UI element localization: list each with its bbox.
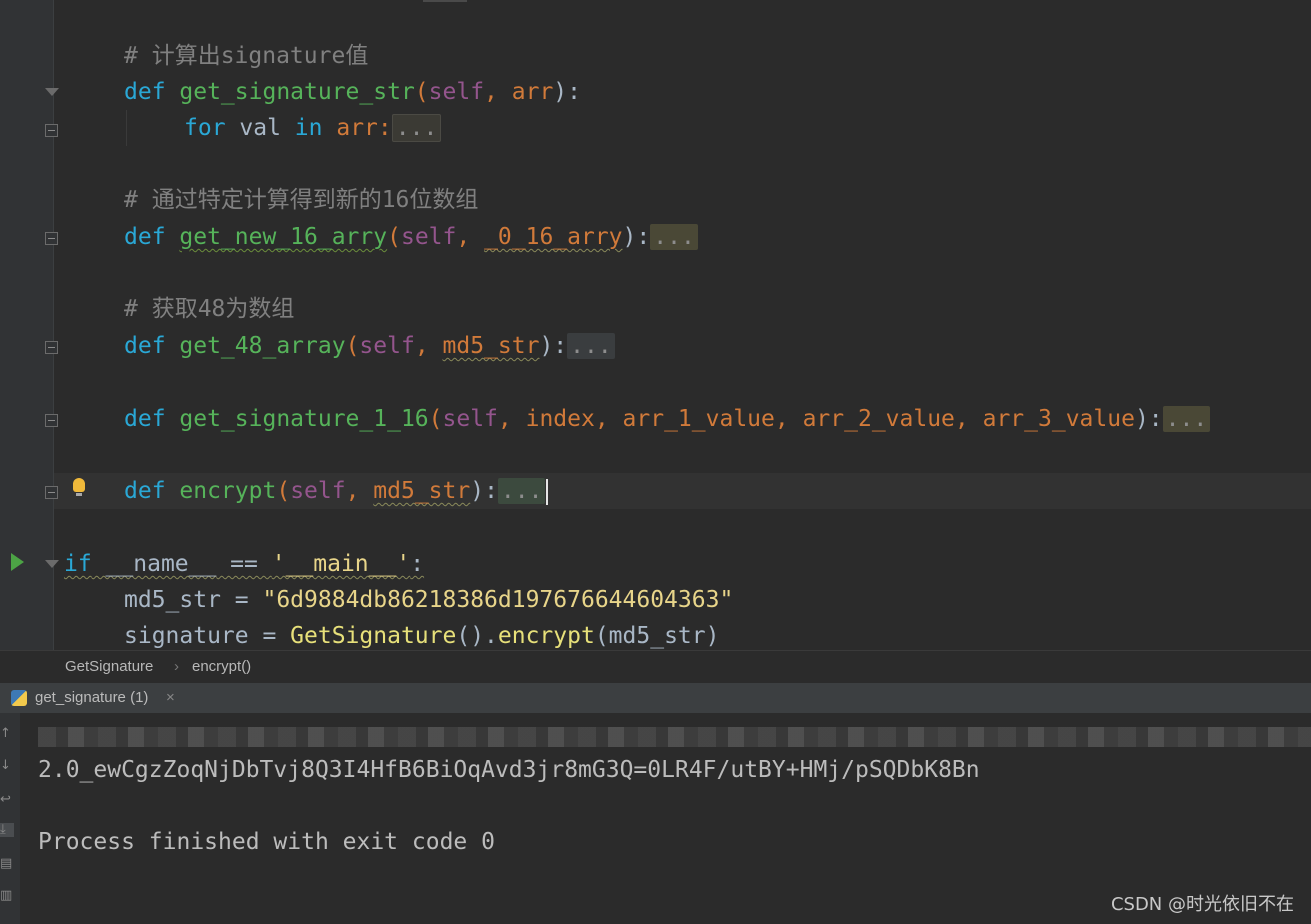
- run-console[interactable]: ↑ ↓ ↩ ⤓ ▤ ▥ 2.0_ewCgzZoqNjDbTvj8Q3I4HfB6…: [0, 713, 1311, 924]
- redacted-output-line: [38, 727, 1311, 747]
- code-line[interactable]: # 获取48为数组: [0, 291, 1311, 327]
- code-line[interactable]: for val in arr:...: [0, 110, 1311, 146]
- editor-tab-indicator: [423, 0, 467, 2]
- code-content: for val in arr:...: [184, 110, 442, 146]
- comment: # 通过特定计算得到新的16位数组: [124, 187, 479, 213]
- arrow-down-icon[interactable]: ↓: [0, 759, 14, 773]
- print-icon[interactable]: ▤: [0, 857, 14, 871]
- code-content: def encrypt(self, md5_str):...: [124, 473, 549, 509]
- code-line[interactable]: def get_48_array(self, md5_str):...: [0, 328, 1311, 364]
- python-icon: [11, 690, 27, 706]
- comment: # 获取48为数组: [124, 296, 295, 322]
- code-content: md5_str = "6d9884db86218386d197676644604…: [124, 587, 734, 613]
- code-line[interactable]: def get_new_16_arry(self, _0_16_arry):..…: [0, 219, 1311, 255]
- code-content: def get_48_array(self, md5_str):...: [124, 328, 615, 364]
- code-line[interactable]: # 计算出signature值: [0, 38, 1311, 74]
- close-icon[interactable]: ×: [166, 683, 175, 713]
- code-line[interactable]: signature = GetSignature().encrypt(md5_s…: [0, 618, 1311, 650]
- code-content: def get_signature_str(self, arr):: [124, 79, 581, 105]
- console-exit-line: Process finished with exit code 0: [38, 829, 495, 855]
- code-line[interactable]: # 通过特定计算得到新的16位数组: [0, 182, 1311, 218]
- run-tool-window-tabs: get_signature (1) ×: [0, 683, 1311, 713]
- console-output-line: 2.0_ewCgzZoqNjDbTvj8Q3I4HfB6BiOqAvd3jr8m…: [38, 757, 980, 783]
- code-line[interactable]: def encrypt(self, md5_str):...: [0, 473, 1311, 509]
- console-toolbar: ↑ ↓ ↩ ⤓ ▤ ▥: [0, 713, 20, 924]
- scroll-to-end-icon[interactable]: ⤓: [0, 823, 14, 837]
- code-line[interactable]: if __name__ == '__main__':: [0, 546, 1311, 582]
- code-line[interactable]: def get_signature_1_16(self, index, arr_…: [0, 401, 1311, 437]
- code-content: signature = GetSignature().encrypt(md5_s…: [124, 623, 720, 649]
- arrow-up-icon[interactable]: ↑: [0, 727, 14, 741]
- code-line[interactable]: md5_str = "6d9884db86218386d197676644604…: [0, 582, 1311, 618]
- breadcrumb: GetSignature › encrypt(): [0, 650, 1311, 683]
- watermark: CSDN @时光依旧不在: [1110, 894, 1294, 915]
- folded-block[interactable]: ...: [650, 224, 698, 250]
- code-line[interactable]: def get_signature_str(self, arr):: [0, 74, 1311, 110]
- breadcrumb-class[interactable]: GetSignature: [65, 651, 153, 682]
- folded-block[interactable]: ...: [567, 333, 615, 359]
- folded-block[interactable]: ...: [391, 114, 442, 142]
- code-content: def get_signature_1_16(self, index, arr_…: [124, 401, 1211, 437]
- folded-block[interactable]: ...: [1162, 406, 1211, 432]
- run-tab-label[interactable]: get_signature (1): [35, 683, 148, 713]
- folded-block[interactable]: ...: [497, 478, 546, 504]
- code-content: def get_new_16_arry(self, _0_16_arry):..…: [124, 219, 698, 255]
- comment: # 计算出signature值: [124, 43, 369, 69]
- breadcrumb-separator: ›: [174, 658, 179, 675]
- code-editor[interactable]: # 计算出signature值 def get_signature_str(se…: [0, 0, 1311, 650]
- trash-icon[interactable]: ▥: [0, 889, 14, 903]
- text-caret: [546, 478, 549, 505]
- breadcrumb-method[interactable]: encrypt(): [192, 651, 251, 682]
- soft-wrap-icon[interactable]: ↩: [0, 793, 14, 807]
- code-content: if __name__ == '__main__':: [64, 551, 425, 577]
